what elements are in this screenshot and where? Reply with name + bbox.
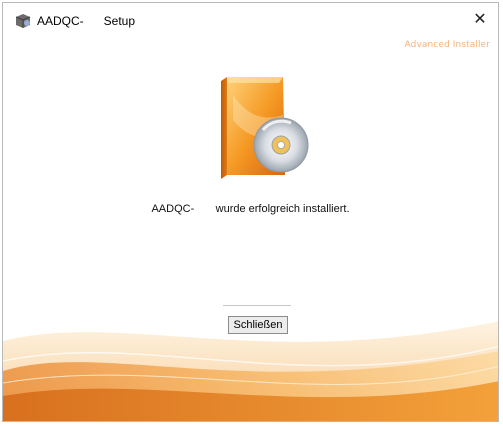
- installer-box-icon: [15, 14, 31, 28]
- close-window-button[interactable]: ✕: [468, 9, 492, 31]
- window-title: AADQC- Setup: [37, 14, 136, 28]
- setup-window: AADQC- Setup ✕ Advanced Installer AADQC-…: [2, 2, 499, 422]
- software-box-cd-icon: [221, 77, 309, 179]
- title-bar: AADQC- Setup ✕: [3, 3, 498, 37]
- advanced-installer-logo: Advanced Installer: [404, 40, 490, 50]
- install-success-message: AADQC- wurde erfolgreich installiert.: [151, 203, 350, 215]
- close-icon: ✕: [473, 11, 487, 28]
- decorative-orange-waves: [3, 321, 498, 421]
